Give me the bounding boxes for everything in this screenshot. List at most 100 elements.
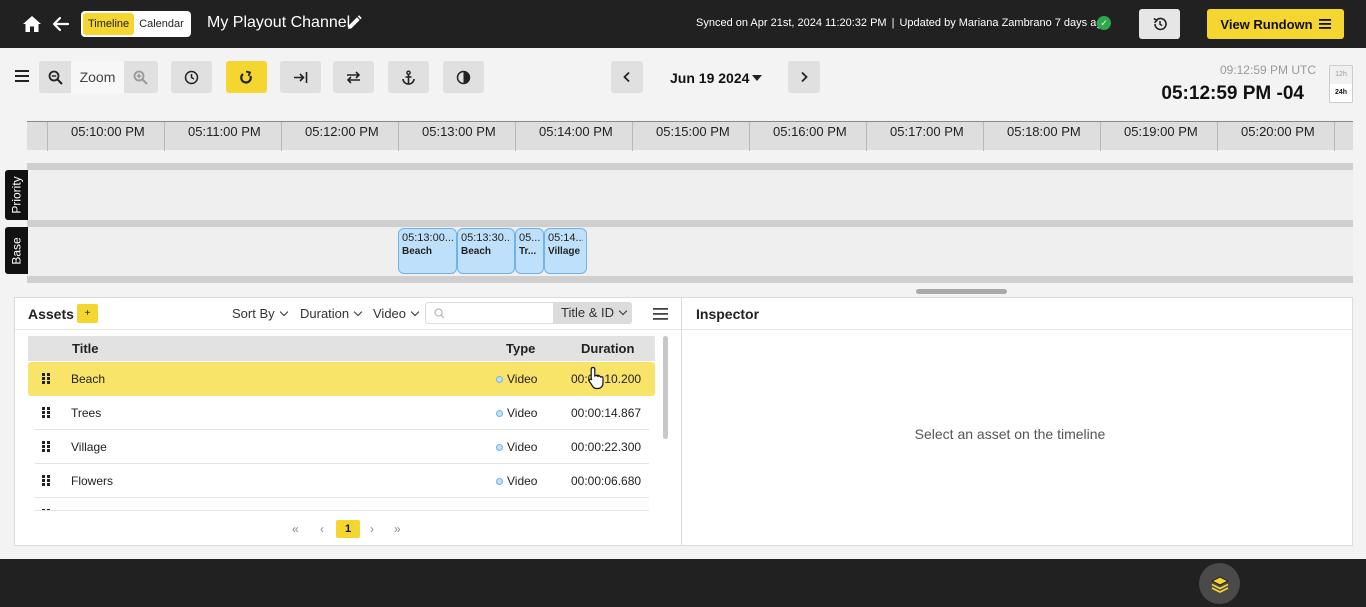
next-day-button[interactable] bbox=[788, 61, 820, 93]
prev-page-button[interactable]: ‹ bbox=[320, 522, 324, 536]
track-divider bbox=[27, 220, 1353, 227]
clip-name: Beach bbox=[461, 246, 492, 257]
ruler-tick bbox=[1100, 122, 1101, 151]
snap-button[interactable] bbox=[226, 61, 267, 93]
table-row[interactable]: Beach Video 00:00:10.200 bbox=[28, 362, 655, 396]
track-divider bbox=[27, 163, 1353, 170]
hamburger-menu-icon[interactable] bbox=[14, 68, 30, 84]
video-dot-icon bbox=[496, 478, 503, 485]
asset-duration: 00:00:06.680 bbox=[571, 474, 642, 488]
clip-time: 05:13:30... bbox=[461, 232, 511, 244]
timeline-scrollbar[interactable] bbox=[916, 289, 1007, 294]
asset-type: Video bbox=[496, 440, 537, 454]
timeline-ruler[interactable]: 05:10:00 PM 05:11:00 PM 05:12:00 PM 05:13:0… bbox=[27, 121, 1353, 151]
ruler-tick bbox=[398, 122, 399, 151]
clip-name: Tr... bbox=[519, 246, 537, 257]
now-button[interactable] bbox=[171, 61, 212, 93]
asset-title: Beach bbox=[71, 372, 106, 386]
priority-track[interactable] bbox=[27, 170, 1353, 220]
tab-timeline[interactable]: Timeline bbox=[83, 13, 135, 35]
table-row[interactable]: CowVideo00:00:11.267 bbox=[28, 498, 655, 511]
table-header: Title Type Duration bbox=[28, 336, 655, 361]
anchor-icon bbox=[402, 69, 415, 85]
assets-scrollbar[interactable] bbox=[663, 336, 668, 439]
top-bar: Timeline Calendar My Playout Channel Syn… bbox=[0, 0, 1366, 48]
asset-type: Video bbox=[496, 372, 537, 386]
stack-button[interactable] bbox=[1199, 563, 1240, 604]
timeline-clip[interactable]: 05:13:00... Beach bbox=[398, 228, 457, 274]
contrast-icon bbox=[456, 70, 471, 84]
pencil-icon[interactable] bbox=[346, 15, 362, 31]
table-row[interactable]: Village Video 00:00:22.300 bbox=[28, 430, 655, 464]
clip-name: Beach bbox=[402, 246, 433, 257]
zoom-in-button[interactable] bbox=[124, 61, 156, 93]
next-page-button[interactable]: › bbox=[370, 522, 374, 536]
drag-handle-icon[interactable] bbox=[42, 373, 50, 384]
last-page-button[interactable]: » bbox=[394, 522, 401, 536]
separator: | bbox=[891, 17, 895, 29]
view-toggle: Timeline Calendar bbox=[81, 11, 191, 37]
search-mode-dropdown[interactable]: Title & ID bbox=[553, 302, 632, 324]
column-type[interactable]: Type bbox=[506, 341, 535, 356]
drag-handle-icon[interactable] bbox=[42, 475, 50, 486]
home-icon[interactable] bbox=[20, 12, 44, 36]
tab-calendar[interactable]: Calendar bbox=[134, 13, 189, 35]
sync-status: Synced on Apr 21st, 2024 11:20:32 PM | Upd… bbox=[696, 17, 1109, 29]
drag-handle-icon[interactable] bbox=[42, 441, 50, 452]
prev-day-button[interactable] bbox=[611, 61, 643, 93]
chevron-down-icon bbox=[618, 306, 628, 316]
ruler-tick bbox=[164, 122, 165, 151]
view-rundown-label: View Rundown bbox=[1220, 16, 1313, 32]
asset-title: Trees bbox=[71, 406, 102, 420]
inspector-title: Inspector bbox=[696, 306, 760, 322]
view-rundown-button[interactable]: View Rundown bbox=[1207, 9, 1344, 39]
local-time: 05:12:59 PM -04 bbox=[1161, 83, 1304, 104]
row-divider bbox=[35, 510, 649, 511]
channel-name: My Playout Channel bbox=[207, 14, 351, 31]
column-duration[interactable]: Duration bbox=[581, 341, 634, 356]
ruler-tick bbox=[749, 122, 750, 151]
swap-button[interactable] bbox=[333, 61, 374, 93]
arrow-left-icon[interactable] bbox=[49, 12, 73, 36]
zoom-out-icon bbox=[48, 70, 63, 85]
hour-12-option[interactable]: 12h bbox=[1330, 66, 1352, 84]
date-selector[interactable]: Jun 19 2024 bbox=[670, 70, 749, 86]
duration-filter-dropdown[interactable]: Duration bbox=[300, 306, 363, 321]
ruler-tick-label: 05:15:00 PM bbox=[656, 124, 730, 139]
sort-by-dropdown[interactable]: Sort By bbox=[232, 306, 288, 321]
ruler-tick-label: 05:13:00 PM bbox=[422, 124, 496, 139]
chevron-left-icon bbox=[623, 71, 630, 83]
list-view-icon[interactable] bbox=[653, 307, 668, 320]
add-asset-button[interactable]: + bbox=[77, 304, 98, 323]
history-button[interactable] bbox=[1139, 9, 1180, 39]
hour-format-toggle[interactable]: 12h 24h bbox=[1329, 65, 1353, 103]
first-page-button[interactable]: « bbox=[292, 522, 299, 536]
column-title[interactable]: Title bbox=[72, 341, 99, 356]
check-circle-icon: ✓ bbox=[1097, 16, 1111, 30]
timeline-clip[interactable]: 05:14... Village bbox=[544, 228, 587, 274]
history-icon bbox=[1152, 17, 1167, 31]
divider bbox=[682, 329, 1352, 330]
inspector-empty-message: Select an asset on the timeline bbox=[914, 426, 1106, 442]
timeline-clip[interactable]: 05:13:30... Beach bbox=[457, 228, 515, 274]
priority-track-label: Priority bbox=[5, 170, 28, 220]
base-track[interactable] bbox=[27, 227, 1353, 276]
anchor-button[interactable] bbox=[388, 61, 429, 93]
table-row[interactable]: Flowers Video 00:00:06.680 bbox=[28, 464, 655, 498]
swap-arrows-icon bbox=[346, 70, 361, 84]
zoom-out-button[interactable] bbox=[39, 61, 71, 93]
ruler-tick-label: 05:16:00 PM bbox=[773, 124, 847, 139]
hour-24-option[interactable]: 24h bbox=[1330, 84, 1352, 102]
timeline-clip[interactable]: 05... Tr... bbox=[515, 228, 544, 274]
caret-down-icon[interactable] bbox=[752, 75, 762, 81]
video-dot-icon bbox=[496, 376, 503, 383]
ruler-tick-label: 05:11:00 PM bbox=[188, 124, 261, 139]
type-filter-dropdown[interactable]: Video bbox=[373, 306, 420, 321]
drag-handle-icon[interactable] bbox=[42, 407, 50, 418]
jump-to-button[interactable] bbox=[280, 61, 321, 93]
current-page[interactable]: 1 bbox=[336, 520, 360, 538]
contrast-button[interactable] bbox=[443, 61, 484, 93]
clip-time: 05:14... bbox=[548, 232, 583, 244]
table-row[interactable]: Trees Video 00:00:14.867 bbox=[28, 396, 655, 430]
asset-title: Village bbox=[71, 440, 107, 454]
